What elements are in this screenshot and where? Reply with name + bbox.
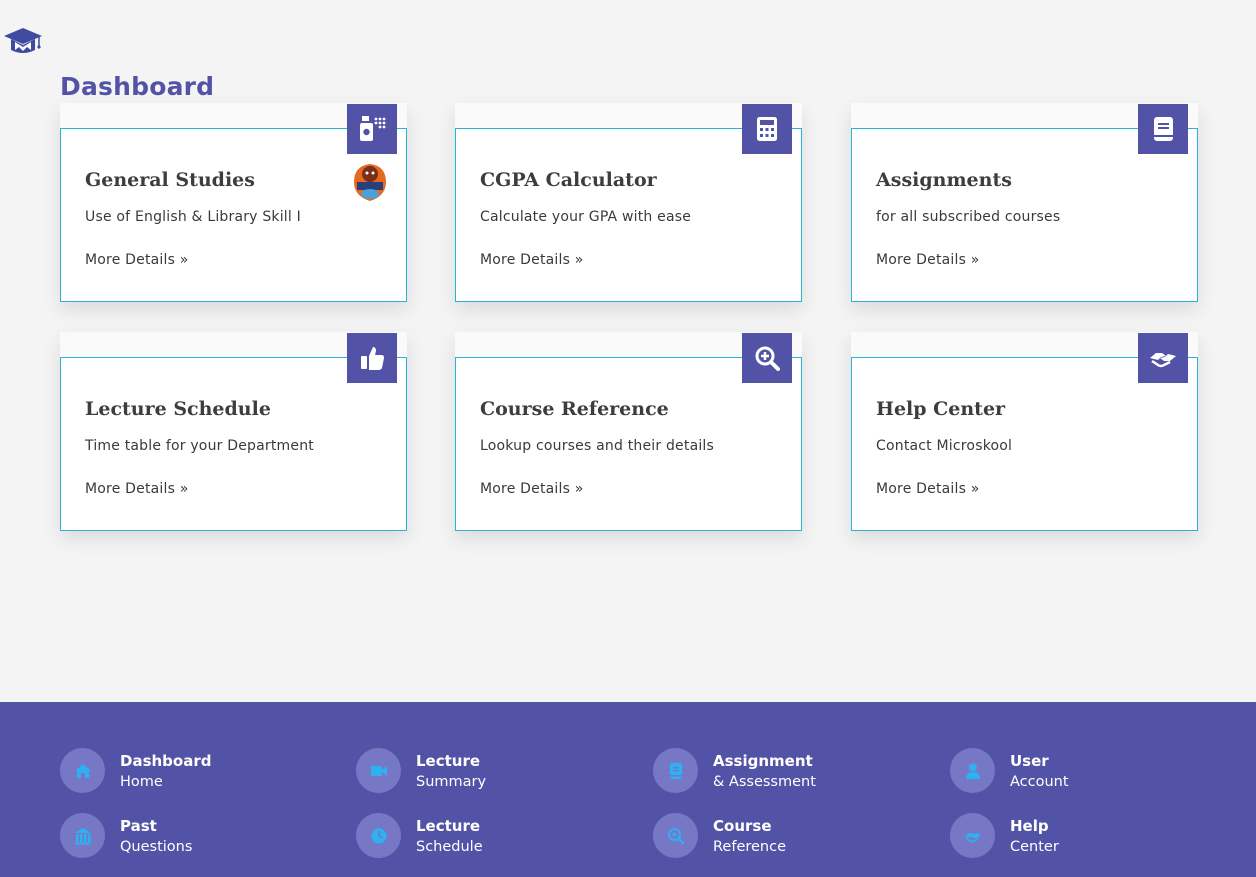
footer-item-subtitle: & Assessment [713, 774, 816, 790]
card-course-reference[interactable]: Course Reference Lookup courses and thei… [455, 332, 802, 531]
footer-item-title: Lecture [416, 817, 481, 835]
search-plus-icon [742, 333, 792, 383]
graduation-cap-logo[interactable] [3, 26, 43, 56]
more-details-link[interactable]: More Details » [480, 252, 584, 268]
perfume-bottle-icon [347, 104, 397, 154]
card-title: Assignments [876, 169, 1012, 191]
card-lecture-schedule[interactable]: Lecture Schedule Time table for your Dep… [60, 332, 407, 531]
video-camera-icon [356, 748, 401, 793]
card-help-center[interactable]: Help Center Contact Microskool More Deta… [851, 332, 1198, 531]
footer-item-title: Lecture [416, 752, 481, 770]
footer-nav: Dashboard Home Lecture Summary Assignmen… [0, 702, 1256, 877]
card-title: CGPA Calculator [480, 169, 657, 191]
footer-item-subtitle: Home [120, 774, 163, 790]
card-general-studies[interactable]: General Studies Use of English & Library… [60, 103, 407, 302]
thumbs-up-icon [347, 333, 397, 383]
footer-item-subtitle: Account [1010, 774, 1069, 790]
more-details-link[interactable]: More Details » [85, 252, 189, 268]
card-description: Use of English & Library Skill I [85, 209, 301, 225]
card-title: Course Reference [480, 398, 669, 420]
more-details-link[interactable]: More Details » [876, 481, 980, 497]
footer-item-title: User [1010, 752, 1049, 770]
footer-item-lecture-schedule[interactable]: Lecture Schedule [356, 813, 616, 859]
book-icon [1138, 104, 1188, 154]
book-icon [653, 748, 698, 793]
more-details-link[interactable]: More Details » [480, 481, 584, 497]
user-icon [950, 748, 995, 793]
footer-item-course-reference[interactable]: Course Reference [653, 813, 913, 859]
home-icon [60, 748, 105, 793]
page-title: Dashboard [60, 72, 215, 101]
card-title: General Studies [85, 169, 255, 191]
footer-item-title: Course [713, 817, 772, 835]
card-title: Lecture Schedule [85, 398, 271, 420]
footer-item-subtitle: Reference [713, 839, 787, 855]
calculator-icon [742, 104, 792, 154]
footer-item-user-account[interactable]: User Account [950, 748, 1210, 794]
footer-item-past-questions[interactable]: Past Questions [60, 813, 320, 859]
handshake-icon [1138, 333, 1188, 383]
card-cgpa-calculator[interactable]: CGPA Calculator Calculate your GPA with … [455, 103, 802, 302]
institution-icon [60, 813, 105, 858]
footer-item-subtitle: Center [1010, 839, 1059, 855]
footer-item-assignment-assessment[interactable]: Assignment & Assessment [653, 748, 913, 794]
card-description: Contact Microskool [876, 438, 1013, 454]
clock-icon [356, 813, 401, 858]
footer-item-subtitle: Summary [416, 774, 487, 790]
card-title: Help Center [876, 398, 1006, 420]
footer-item-title: Past [120, 817, 157, 835]
footer-item-title: Help [1010, 817, 1049, 835]
footer-item-subtitle: Schedule [416, 839, 483, 855]
footer-item-help-center[interactable]: Help Center [950, 813, 1210, 859]
card-description: Lookup courses and their details [480, 438, 715, 454]
footer-item-dashboard-home[interactable]: Dashboard Home [60, 748, 320, 794]
mascot-badge-icon [354, 164, 386, 201]
card-description: Time table for your Department [85, 438, 314, 454]
card-assignments[interactable]: Assignments for all subscribed courses M… [851, 103, 1198, 302]
more-details-link[interactable]: More Details » [85, 481, 189, 497]
card-description: for all subscribed courses [876, 209, 1061, 225]
handshake-icon [950, 813, 995, 858]
search-plus-icon [653, 813, 698, 858]
footer-item-subtitle: Questions [120, 839, 193, 855]
card-description: Calculate your GPA with ease [480, 209, 692, 225]
more-details-link[interactable]: More Details » [876, 252, 980, 268]
footer-item-title: Dashboard [120, 752, 212, 770]
footer-item-title: Assignment [713, 752, 813, 770]
footer-item-lecture-summary[interactable]: Lecture Summary [356, 748, 616, 794]
